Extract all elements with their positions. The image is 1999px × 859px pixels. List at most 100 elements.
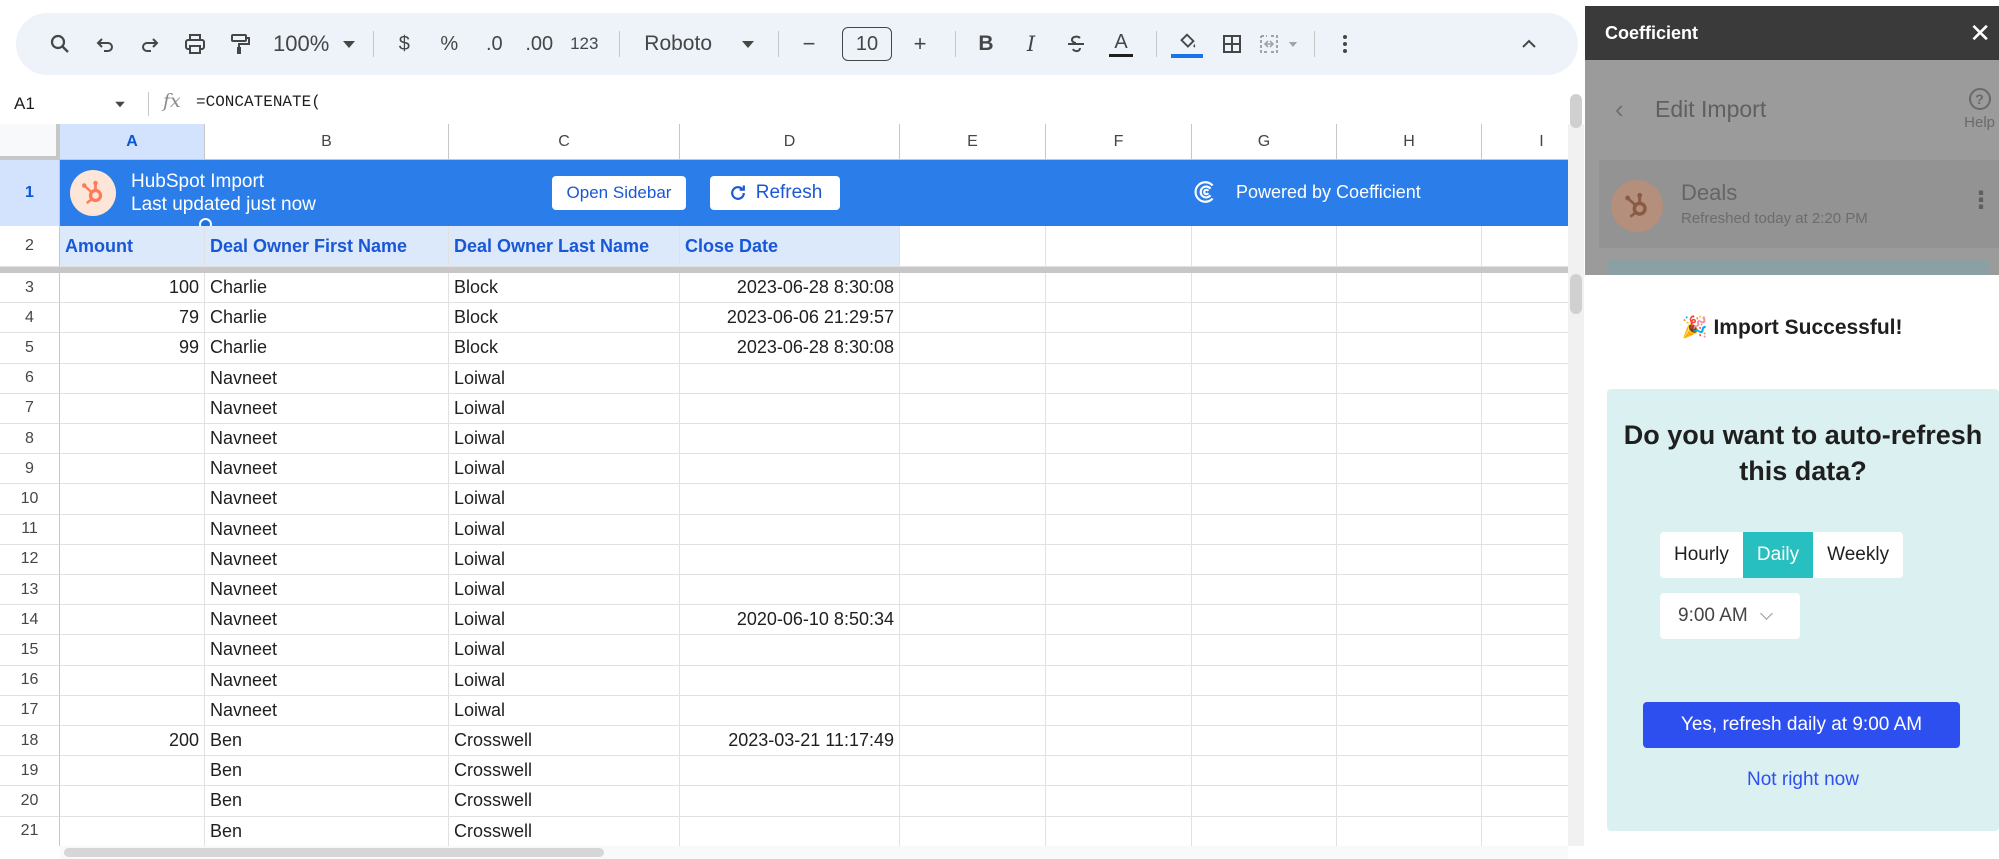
empty-cell[interactable]	[1192, 484, 1337, 515]
empty-cell[interactable]	[1192, 695, 1337, 726]
empty-cell[interactable]	[1192, 424, 1337, 455]
empty-cell[interactable]	[1482, 333, 1568, 364]
empty-cell[interactable]	[900, 454, 1046, 485]
empty-cell[interactable]	[1337, 363, 1482, 394]
name-box[interactable]: A1	[0, 88, 140, 120]
table-cell[interactable]: Navneet	[205, 514, 449, 545]
close-icon[interactable]: ✕	[1969, 18, 1991, 49]
table-cell[interactable]: Navneet	[205, 363, 449, 394]
empty-cell[interactable]	[900, 484, 1046, 515]
empty-cell[interactable]	[1482, 424, 1568, 455]
row-header-10[interactable]: 10	[0, 484, 60, 515]
table-cell[interactable]: Crosswell	[449, 816, 680, 846]
frequency-hourly[interactable]: Hourly	[1660, 532, 1743, 578]
table-cell[interactable]: Charlie	[205, 273, 449, 304]
empty-cell[interactable]	[1482, 696, 1568, 726]
row-header-7[interactable]: 7	[0, 393, 60, 424]
table-cell[interactable]	[60, 816, 205, 846]
table-cell[interactable]	[60, 756, 205, 787]
row-header-21[interactable]: 21	[0, 816, 60, 846]
empty-cell[interactable]	[900, 363, 1046, 394]
empty-cell[interactable]	[1337, 393, 1482, 424]
decrease-font-size-button[interactable]: −	[789, 24, 829, 64]
empty-cell[interactable]	[1192, 273, 1337, 304]
percent-format-button[interactable]: %	[429, 24, 469, 64]
empty-cell[interactable]	[1192, 605, 1337, 636]
empty-cell[interactable]	[1482, 454, 1568, 485]
row-header-3[interactable]: 3	[0, 273, 60, 304]
empty-cell[interactable]	[1337, 756, 1482, 787]
empty-cell[interactable]	[900, 424, 1046, 455]
table-cell[interactable]: Navneet	[205, 424, 449, 455]
table-cell[interactable]: 2023-06-28 8:30:08	[680, 273, 900, 304]
table-cell[interactable]: 2023-03-21 11:17:49	[680, 726, 900, 757]
empty-cell[interactable]	[1482, 817, 1568, 846]
empty-cell[interactable]	[1046, 363, 1192, 394]
table-cell[interactable]: Loiwal	[449, 605, 680, 636]
table-cell[interactable]: 200	[60, 726, 205, 757]
table-cell[interactable]: Ben	[205, 816, 449, 846]
empty-cell[interactable]	[1337, 726, 1482, 757]
refresh-button[interactable]: Refresh	[710, 176, 840, 210]
table-cell[interactable]	[60, 484, 205, 515]
row-header-9[interactable]: 9	[0, 454, 60, 485]
frequency-weekly[interactable]: Weekly	[1813, 532, 1903, 578]
empty-cell[interactable]	[1046, 756, 1192, 787]
table-cell[interactable]: 79	[60, 303, 205, 334]
empty-cell[interactable]	[1046, 303, 1192, 334]
empty-cell[interactable]	[1192, 454, 1337, 485]
empty-cell[interactable]	[1046, 816, 1192, 846]
table-cell[interactable]	[680, 816, 900, 846]
row-header-8[interactable]: 8	[0, 424, 60, 455]
table-cell[interactable]: Crosswell	[449, 726, 680, 757]
empty-cell[interactable]	[1482, 666, 1568, 696]
scroll-thumb[interactable]	[64, 848, 604, 857]
empty-cell[interactable]	[1482, 226, 1568, 267]
table-cell[interactable]	[60, 393, 205, 424]
empty-cell[interactable]	[900, 605, 1046, 636]
empty-cell[interactable]	[1192, 726, 1337, 757]
table-cell[interactable]: Navneet	[205, 695, 449, 726]
empty-cell[interactable]	[1192, 303, 1337, 334]
print-button[interactable]	[175, 24, 215, 64]
empty-cell[interactable]	[1192, 333, 1337, 364]
table-cell[interactable]: Crosswell	[449, 786, 680, 817]
scroll-thumb[interactable]	[1570, 274, 1582, 314]
empty-cell[interactable]	[1482, 786, 1568, 817]
table-cell[interactable]: Crosswell	[449, 756, 680, 787]
empty-cell[interactable]	[1337, 816, 1482, 846]
column-header-d[interactable]: D	[680, 124, 900, 160]
empty-cell[interactable]	[1337, 544, 1482, 575]
empty-cell[interactable]	[1337, 303, 1482, 334]
table-cell[interactable]: Navneet	[205, 544, 449, 575]
empty-cell[interactable]	[1046, 605, 1192, 636]
table-cell[interactable]	[680, 393, 900, 424]
zoom-select[interactable]: 100%	[273, 31, 356, 57]
empty-cell[interactable]	[1482, 575, 1568, 606]
row-header-14[interactable]: 14	[0, 605, 60, 636]
table-cell[interactable]: Block	[449, 303, 680, 334]
empty-cell[interactable]	[900, 544, 1046, 575]
empty-cell[interactable]	[1046, 273, 1192, 304]
table-cell[interactable]	[60, 514, 205, 545]
empty-cell[interactable]	[1482, 303, 1568, 334]
table-cell[interactable]: Block	[449, 333, 680, 364]
currency-format-button[interactable]: $	[384, 24, 424, 64]
empty-cell[interactable]	[900, 695, 1046, 726]
column-title-cell[interactable]: Close Date	[680, 226, 900, 267]
row-header-16[interactable]: 16	[0, 665, 60, 696]
column-title-cell[interactable]: Deal Owner First Name	[205, 226, 449, 267]
table-cell[interactable]: Navneet	[205, 454, 449, 485]
empty-cell[interactable]	[900, 726, 1046, 757]
empty-cell[interactable]	[1482, 273, 1568, 304]
empty-cell[interactable]	[900, 575, 1046, 606]
table-cell[interactable]: Navneet	[205, 605, 449, 636]
fill-color-button[interactable]	[1167, 24, 1207, 64]
table-cell[interactable]: 2023-06-28 8:30:08	[680, 333, 900, 364]
horizontal-scrollbar[interactable]	[60, 846, 1568, 859]
empty-cell[interactable]	[1482, 726, 1568, 757]
empty-cell[interactable]	[1046, 575, 1192, 606]
column-header-g[interactable]: G	[1192, 124, 1337, 160]
bold-button[interactable]: B	[966, 24, 1006, 64]
table-cell[interactable]: Ben	[205, 756, 449, 787]
